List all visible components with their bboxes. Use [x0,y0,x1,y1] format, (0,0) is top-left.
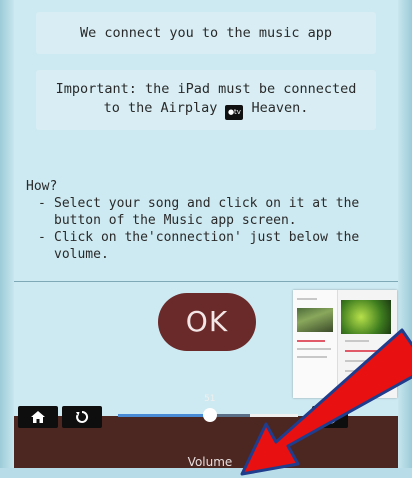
important-line-2: to the Airplay ●tv Heaven. [36,99,376,120]
volume-slider-knob[interactable] [202,408,217,422]
important-line-1: Important: the iPad must be connected [55,81,357,97]
thumbnail-line [297,348,331,350]
bullet-dash: - [38,230,46,245]
home-button[interactable] [18,406,58,428]
thumbnail-line-red [345,350,385,352]
how-step-text: Click on the'connection' just below the … [54,230,360,262]
volume-value: 51 [204,394,216,404]
thumbnail-image-right [341,300,391,334]
volume-label: Volume [187,455,233,469]
section-divider [14,281,398,282]
airplay-icon [323,410,337,424]
music-app-screenshot [293,290,397,398]
volume-slider-fill [118,414,210,417]
how-step: - Click on the'connection' just below the… [34,229,386,263]
thumbnail-line [345,340,369,342]
important-line-2-end: Heaven. [251,100,309,116]
connect-message: We connect you to the music app [80,24,332,41]
volume-slider-rest [249,414,298,417]
thumbnail-line [297,298,317,300]
how-section: How? - Select your song and click on it a… [26,178,386,263]
how-step: - Select your song and click on it at the… [34,195,386,229]
airplay-button[interactable] [312,406,348,428]
how-step-text: Select your song and click on it at the … [54,196,360,228]
thumbnail-sidebar [293,290,338,398]
thumbnail-line [297,356,327,358]
important-line-2-start: to the Airplay [103,100,218,116]
bullet-dash: - [38,196,46,211]
ok-button[interactable]: OK [158,293,256,351]
apple-tv-icon: ●tv [225,105,244,120]
how-steps-list: - Select your song and click on it at the… [26,195,386,263]
connect-message-box: We connect you to the music app [36,12,376,54]
how-header: How? [26,179,58,194]
home-icon [31,411,45,423]
important-message-box: Important: the iPad must be connected to… [36,70,376,130]
repeat-button[interactable] [62,406,102,428]
thumbnail-line [345,360,389,362]
thumbnail-line [345,370,381,372]
thumbnail-line-red [297,340,325,342]
repeat-icon [76,410,89,423]
thumbnail-image-left [297,308,333,332]
